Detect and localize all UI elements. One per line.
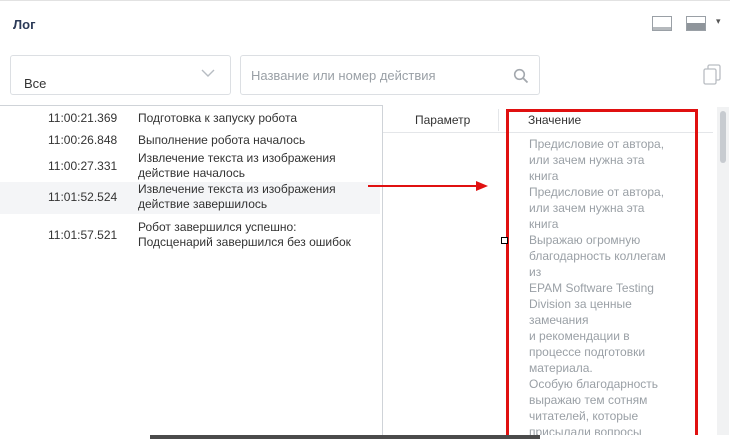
log-message-detail: Подсценарий завершился без ошибок [138, 235, 351, 249]
log-row[interactable]: 11:01:57.521 Робот завершился успешно: П… [0, 220, 380, 252]
log-message: Подготовка к запуску робота [138, 111, 297, 125]
resize-handle[interactable] [501, 237, 508, 244]
log-time: 11:01:57.521 [48, 228, 118, 242]
log-header: Лог ▾ [0, 1, 730, 47]
search-icon[interactable] [513, 68, 529, 84]
page-title: Лог [13, 17, 36, 32]
log-row-selected[interactable]: 11:01:52.524 Извлечение текста из изобра… [0, 182, 380, 214]
column-divider[interactable] [498, 109, 499, 131]
search-placeholder: Название или номер действия [251, 68, 436, 83]
chevron-down-icon[interactable]: ▾ [716, 16, 721, 27]
log-time: 11:01:52.524 [48, 190, 118, 204]
log-window: Лог ▾ Все Название или номер действия 11… [0, 0, 730, 439]
log-time: 11:00:21.369 [48, 111, 118, 125]
scrollbar-thumb[interactable] [720, 111, 726, 163]
log-message: Извлечение текста из изображения [138, 151, 336, 165]
search-input[interactable]: Название или номер действия [240, 55, 540, 95]
log-message-detail: действие завершилось [138, 197, 268, 211]
annotation-arrow-icon [368, 181, 488, 191]
bottom-edge-bar [150, 435, 540, 439]
annotation-highlight-box [506, 109, 698, 438]
log-message: Робот завершился успешно: [138, 220, 297, 234]
layout-bottom-large-icon[interactable] [686, 16, 706, 31]
log-time: 11:00:26.848 [48, 133, 118, 147]
log-row[interactable]: 11:00:26.848 Выполнение робота началось [0, 130, 380, 152]
chevron-down-icon [201, 69, 215, 77]
log-list: 11:00:21.369 Подготовка к запуску робота… [0, 105, 383, 438]
scrollbar[interactable] [717, 107, 729, 437]
log-row[interactable]: 11:00:27.331 Извлечение текста из изобра… [0, 151, 380, 183]
filter-dropdown[interactable]: Все [10, 55, 231, 95]
filter-selected-value: Все [24, 76, 47, 91]
column-header-parameter[interactable]: Параметр [415, 113, 470, 127]
log-time: 11:00:27.331 [48, 159, 118, 173]
log-message: Извлечение текста из изображения [138, 182, 336, 196]
log-message: Выполнение робота началось [138, 133, 306, 147]
layout-bottom-small-icon[interactable] [652, 16, 672, 31]
log-message-detail: действие началось [138, 166, 245, 180]
bottom-edge [0, 435, 730, 439]
copy-icon[interactable] [702, 64, 722, 86]
log-row[interactable]: 11:00:21.369 Подготовка к запуску робота [0, 108, 380, 130]
